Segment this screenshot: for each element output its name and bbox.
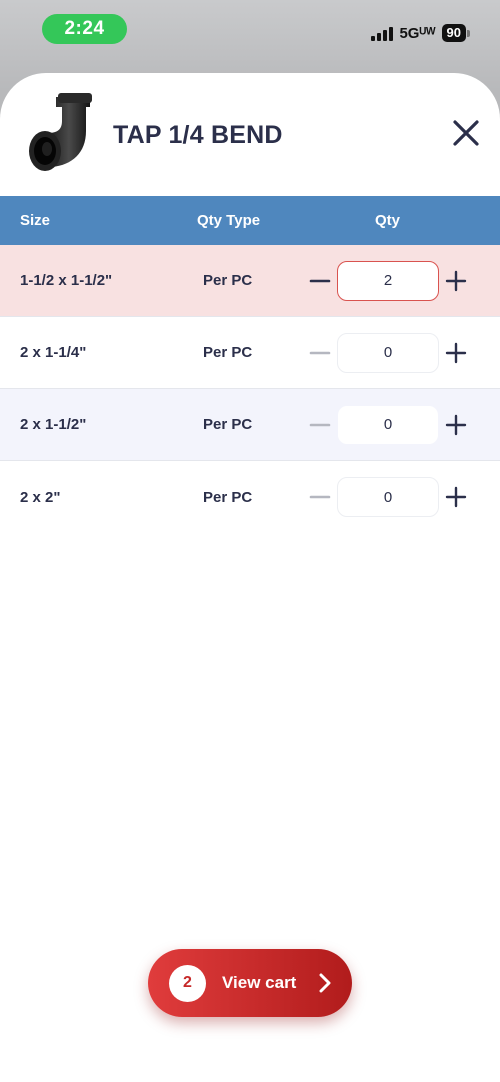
minus-icon[interactable] (308, 485, 332, 509)
status-time: 2:24 (42, 14, 127, 44)
sheet-header: TAP 1/4 BEND (0, 73, 500, 196)
header-qty-type: Qty Type (197, 212, 261, 229)
table-row: 2 x 1-1/2" Per PC (0, 389, 500, 461)
chevron-right-icon (319, 973, 331, 993)
row-size: 2 x 2" (20, 488, 61, 506)
pipe-elbow-icon (29, 93, 92, 171)
plus-icon[interactable] (444, 269, 468, 293)
plus-icon[interactable] (444, 413, 468, 437)
quantity-input[interactable] (337, 260, 439, 301)
quantity-stepper (308, 332, 468, 373)
cart-count-badge: 2 (169, 964, 206, 1002)
status-bar: 2:24 5Gᵁᵂ 90 (0, 0, 500, 60)
table-header: Size Qty Type Qty (0, 196, 500, 245)
status-indicators: 5Gᵁᵂ 90 (371, 22, 470, 44)
table-row: 1-1/2 x 1-1/2" Per PC (0, 245, 500, 317)
quantity-input[interactable] (337, 404, 439, 445)
battery-icon: 90 (441, 24, 470, 42)
minus-icon[interactable] (308, 341, 332, 365)
quantity-stepper (308, 404, 468, 445)
table-row: 2 x 1-1/4" Per PC (0, 317, 500, 389)
product-title: TAP 1/4 BEND (113, 121, 283, 149)
signal-icon (371, 25, 394, 41)
quantity-stepper (308, 260, 468, 301)
plus-icon[interactable] (444, 341, 468, 365)
header-qty: Qty (375, 212, 401, 229)
header-size: Size (20, 212, 51, 229)
quantity-stepper (308, 477, 468, 517)
row-qty-type: Per PC (203, 344, 253, 361)
minus-icon[interactable] (308, 413, 332, 437)
row-size: 2 x 1-1/2" (20, 416, 87, 433)
network-label: 5Gᵁᵂ (399, 24, 436, 42)
row-size: 1-1/2 x 1-1/2" (20, 272, 113, 289)
view-cart-button[interactable]: 2 View cart (148, 949, 352, 1017)
row-qty-type: Per PC (203, 488, 253, 506)
table-row: 2 x 2" Per PC (0, 461, 500, 533)
close-icon[interactable] (452, 119, 480, 147)
row-size: 2 x 1-1/4" (20, 344, 87, 361)
row-qty-type: Per PC (203, 272, 253, 289)
plus-icon[interactable] (444, 485, 468, 509)
view-cart-label: View cart (222, 973, 297, 992)
variant-sheet: TAP 1/4 BEND Size Qty Type Qty 1-1/2 x 1… (0, 73, 500, 1082)
quantity-input[interactable] (337, 332, 439, 373)
battery-level: 90 (441, 24, 466, 42)
quantity-input[interactable] (337, 477, 439, 517)
minus-icon[interactable] (308, 269, 332, 293)
row-qty-type: Per PC (203, 416, 253, 433)
